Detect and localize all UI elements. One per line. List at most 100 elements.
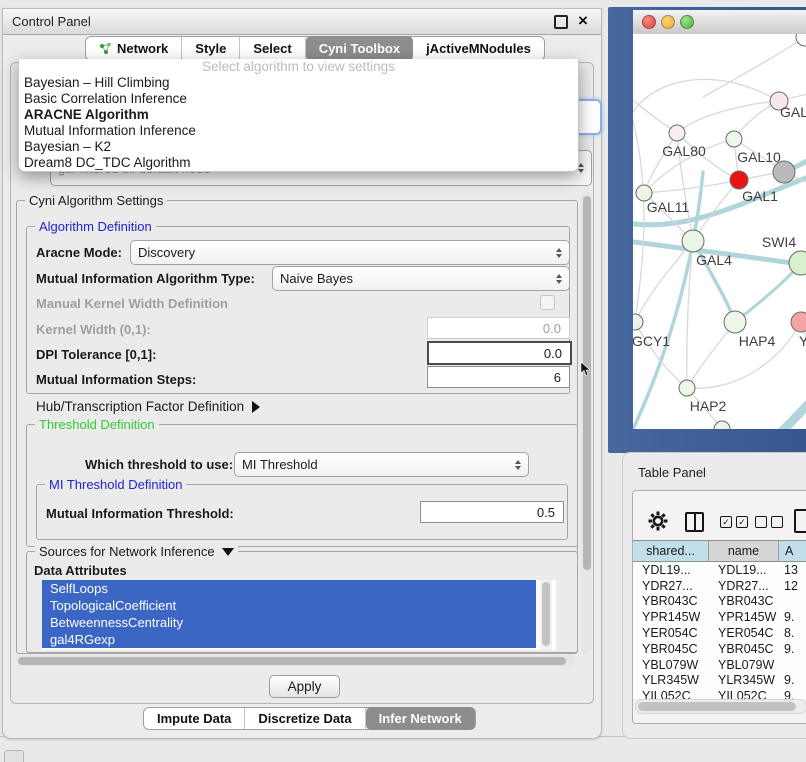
float-icon[interactable] bbox=[554, 15, 568, 29]
attribute-item[interactable]: TopologicalCoefficient bbox=[42, 597, 536, 614]
table-rows-area[interactable]: YDL19...YDL19...13YDR27...YDR27...12YBR0… bbox=[633, 562, 806, 699]
node-label: GAL1 bbox=[742, 188, 778, 204]
table-row[interactable]: YBR043CYBR043C bbox=[633, 594, 806, 610]
tab-jactivemnodules[interactable]: jActiveMNodules bbox=[413, 37, 544, 60]
network-edge[interactable] bbox=[633, 120, 644, 322]
mi-algorithm-type-combo[interactable]: Naive Bayes bbox=[272, 266, 570, 291]
settings-vertical-scrollbar[interactable] bbox=[581, 192, 592, 654]
network-edge[interactable] bbox=[735, 263, 801, 322]
algorithm-option[interactable]: Mutual Information Inference bbox=[19, 123, 578, 139]
table-row[interactable]: YIL052CYIL052C9. bbox=[633, 688, 806, 699]
algorithm-option[interactable]: Bayesian – K2 bbox=[19, 139, 578, 155]
network-edge[interactable] bbox=[677, 101, 779, 133]
network-node[interactable] bbox=[633, 314, 643, 330]
apply-button[interactable]: Apply bbox=[269, 675, 340, 698]
table-cell: YER054C bbox=[633, 626, 709, 640]
algorithm-option[interactable]: ARACNE Algorithm bbox=[19, 107, 578, 123]
select-all-checks-icon[interactable]: ✓ ✓ bbox=[720, 516, 748, 528]
zoom-traffic-light[interactable] bbox=[680, 15, 694, 29]
node-label: SWI4 bbox=[762, 234, 796, 250]
network-edge[interactable] bbox=[633, 96, 677, 133]
table-row[interactable]: YPR145WYPR145W9. bbox=[633, 609, 806, 625]
minimize-traffic-light[interactable] bbox=[661, 15, 675, 29]
mi-steps-label: Mutual Information Steps: bbox=[36, 372, 196, 387]
network-edge[interactable] bbox=[687, 322, 801, 388]
split-columns-icon[interactable] bbox=[685, 512, 704, 532]
algorithm-option[interactable]: Bayesian – Hill Climbing bbox=[19, 75, 578, 91]
network-node[interactable] bbox=[791, 312, 806, 332]
table-row[interactable]: YER054CYER054C8. bbox=[633, 625, 806, 641]
which-threshold-combo[interactable]: MI Threshold bbox=[234, 452, 529, 477]
table-cell: YDL19... bbox=[709, 563, 779, 577]
table-row[interactable]: YDR27...YDR27...12 bbox=[633, 578, 806, 594]
mini-panel-button[interactable] bbox=[4, 750, 24, 762]
network-edge[interactable] bbox=[644, 133, 677, 193]
network-icon bbox=[99, 42, 112, 55]
network-graph: GAL2GAL80GAL10GAL1GAL11GAL4SWI4GCY1HAP4Y… bbox=[633, 34, 806, 429]
network-node[interactable] bbox=[773, 161, 795, 183]
data-attributes-list[interactable]: SelfLoopsTopologicalCoefficientBetweenne… bbox=[42, 580, 556, 650]
gear-icon[interactable] bbox=[648, 511, 668, 536]
table-row[interactable]: YLR345WYLR345W9. bbox=[633, 673, 806, 689]
tab-select[interactable]: Select bbox=[240, 37, 305, 60]
close-icon[interactable]: × bbox=[578, 10, 588, 32]
kernel-width-label: Kernel Width (0,1): bbox=[36, 322, 151, 337]
attribute-item[interactable]: SelfLoops bbox=[42, 580, 536, 597]
mi-threshold-input[interactable]: 0.5 bbox=[420, 501, 564, 523]
algorithm-option[interactable]: Basic Correlation Inference bbox=[19, 91, 578, 107]
network-window-titlebar[interactable] bbox=[633, 10, 806, 35]
aracne-mode-combo[interactable]: Discovery bbox=[130, 240, 570, 265]
mi-threshold-label: Mutual Information Threshold: bbox=[46, 506, 234, 521]
network-node[interactable] bbox=[669, 125, 685, 141]
mi-steps-input[interactable]: 6 bbox=[427, 366, 570, 388]
column-header-shared-name[interactable]: shared... bbox=[633, 540, 709, 562]
table-horizontal-scrollbar[interactable] bbox=[635, 699, 806, 714]
network-node[interactable] bbox=[682, 230, 704, 252]
tab-network[interactable]: Network bbox=[86, 37, 182, 60]
column-header-third[interactable]: A bbox=[779, 540, 806, 562]
control-panel-titlebar[interactable]: Control Panel × bbox=[3, 9, 601, 35]
network-edge[interactable] bbox=[635, 322, 687, 388]
deselect-all-checks-icon[interactable] bbox=[755, 516, 783, 528]
export-table-icon[interactable] bbox=[794, 509, 806, 533]
network-edge[interactable] bbox=[703, 37, 805, 97]
algorithm-option[interactable]: Dream8 DC_TDC Algorithm bbox=[19, 155, 578, 171]
column-header-name[interactable]: name bbox=[709, 540, 779, 562]
network-node[interactable] bbox=[724, 311, 746, 333]
tab-style[interactable]: Style bbox=[182, 37, 240, 60]
network-edge[interactable] bbox=[644, 180, 739, 193]
tab-jactivemnodules-label: jActiveMNodules bbox=[426, 41, 531, 56]
tab-discretize-data[interactable]: Discretize Data bbox=[245, 708, 365, 729]
network-node[interactable] bbox=[679, 380, 695, 396]
tab-impute-data[interactable]: Impute Data bbox=[144, 708, 245, 729]
expand-arrow-icon[interactable] bbox=[252, 401, 260, 413]
dpi-tolerance-input[interactable]: 0.0 bbox=[427, 341, 572, 365]
attribute-item[interactable]: gal4RGexp bbox=[42, 631, 536, 648]
tab-infer-network[interactable]: Infer Network bbox=[366, 707, 475, 730]
network-node[interactable] bbox=[730, 171, 748, 189]
attribute-list-scrollbar[interactable] bbox=[540, 580, 552, 650]
manual-kernel-checkbox[interactable] bbox=[540, 295, 555, 310]
table-row[interactable]: YBR045CYBR045C9. bbox=[633, 641, 806, 657]
close-traffic-light[interactable] bbox=[642, 15, 656, 29]
mi-type-value: Naive Bayes bbox=[280, 271, 353, 286]
table-cell: YIL052C bbox=[709, 689, 779, 699]
tab-cyni-toolbox[interactable]: Cyni Toolbox bbox=[306, 36, 413, 61]
network-edge[interactable] bbox=[687, 322, 735, 388]
network-node[interactable] bbox=[796, 34, 806, 46]
table-cell: YPR145W bbox=[633, 610, 709, 624]
network-edge[interactable] bbox=[766, 398, 806, 429]
table-row[interactable]: YDL19...YDL19...13 bbox=[633, 562, 806, 578]
attribute-item[interactable]: BetweennessCentrality bbox=[42, 614, 536, 631]
settings-horizontal-scrollbar[interactable] bbox=[16, 655, 576, 667]
table-row[interactable]: YBL079WYBL079W bbox=[633, 657, 806, 673]
table-cell: YBR043C bbox=[709, 594, 779, 608]
kernel-width-input[interactable]: 0.0 bbox=[427, 317, 570, 339]
network-canvas[interactable]: GAL2GAL80GAL10GAL1GAL11GAL4SWI4GCY1HAP4Y… bbox=[633, 34, 806, 429]
table-cell: 9. bbox=[779, 673, 806, 687]
collapse-arrow-icon[interactable] bbox=[222, 548, 234, 556]
table-panel-title: Table Panel bbox=[623, 453, 806, 480]
hub-definition-section[interactable]: Hub/Transcription Factor Definition bbox=[36, 399, 260, 414]
network-node[interactable] bbox=[726, 131, 742, 147]
control-panel-title: Control Panel bbox=[3, 9, 601, 34]
